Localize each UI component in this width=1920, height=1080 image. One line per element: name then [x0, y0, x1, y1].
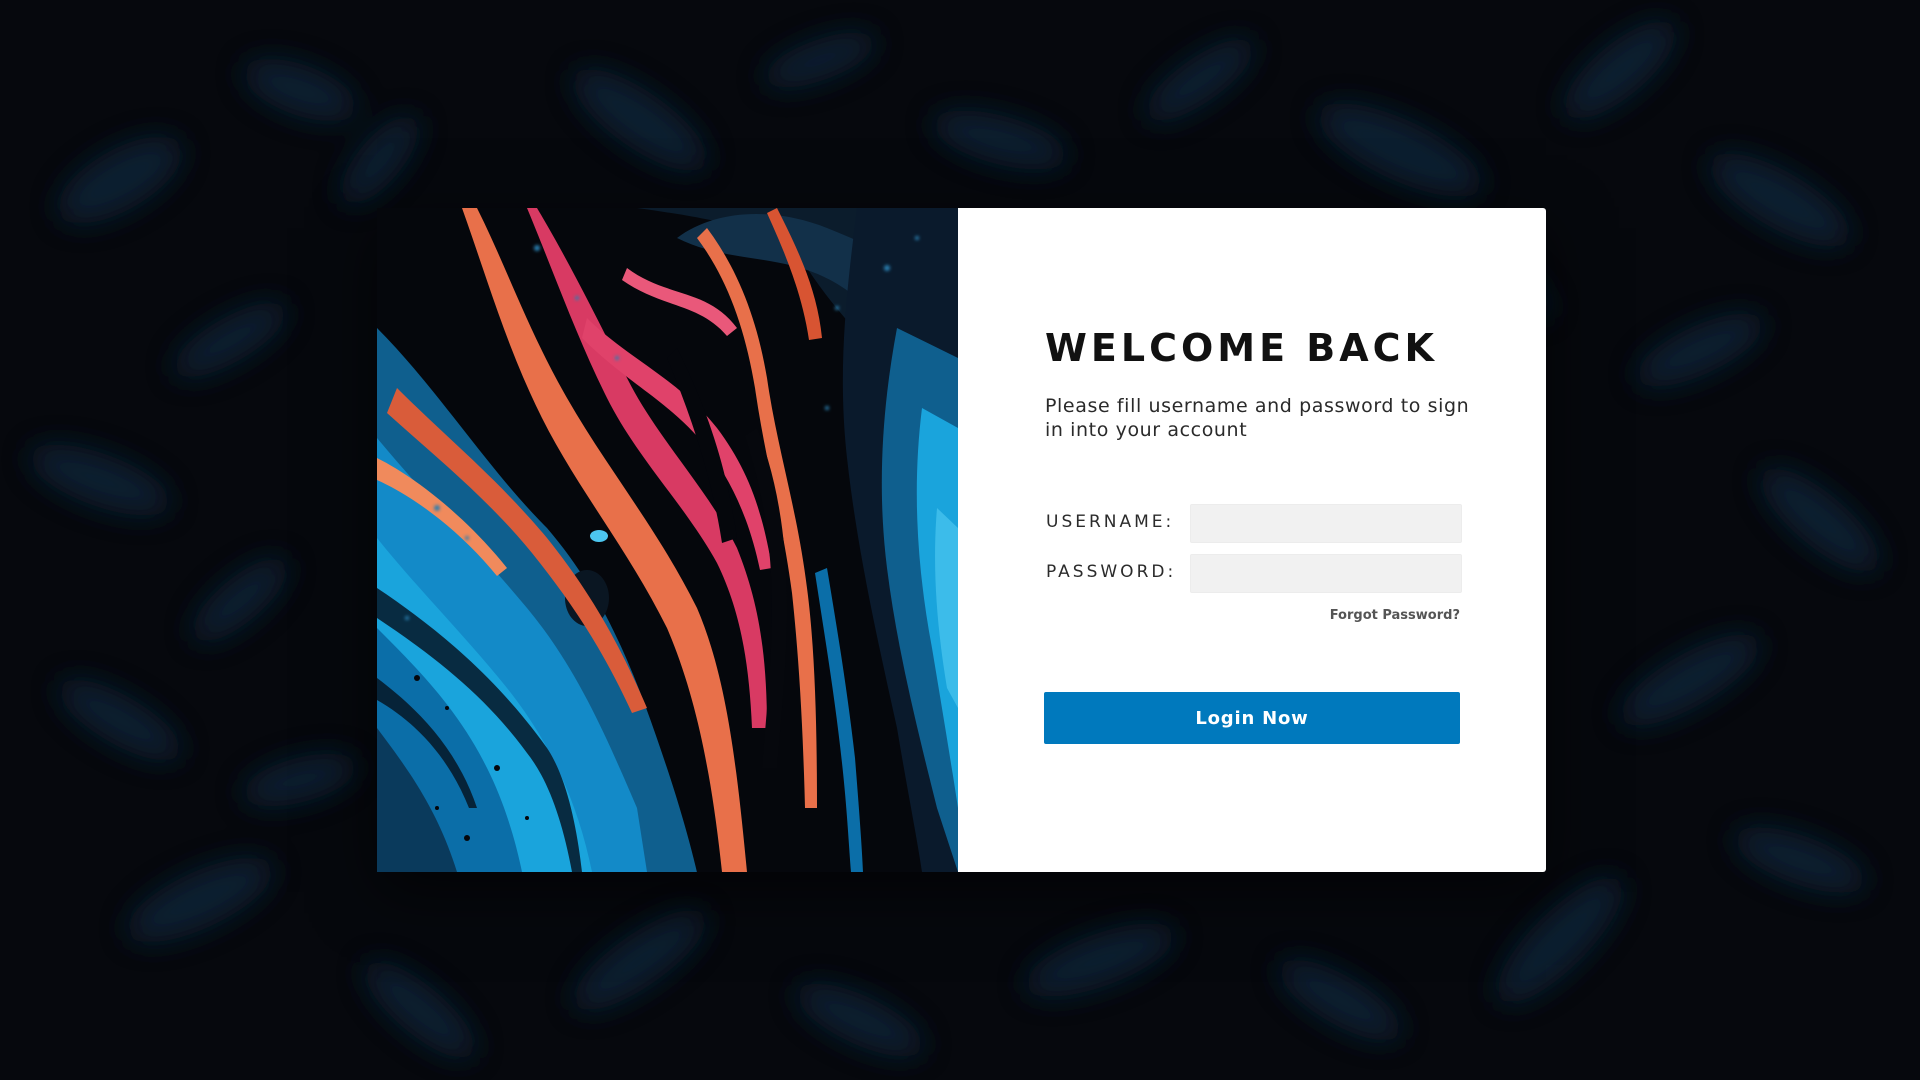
password-input[interactable]: [1190, 554, 1462, 593]
username-input[interactable]: [1190, 504, 1462, 543]
username-label: USERNAME:: [1046, 512, 1175, 532]
abstract-art-image: [377, 208, 958, 872]
password-label: PASSWORD:: [1046, 562, 1177, 582]
login-form-panel: WELCOME BACK Please fill username and pa…: [958, 208, 1546, 872]
login-button[interactable]: Login Now: [1044, 692, 1460, 744]
page-subtitle: Please fill username and password to sig…: [1045, 395, 1470, 441]
forgot-password-link[interactable]: Forgot Password?: [1330, 608, 1460, 623]
login-card: WELCOME BACK Please fill username and pa…: [377, 208, 1546, 872]
page-title: WELCOME BACK: [1045, 326, 1438, 370]
